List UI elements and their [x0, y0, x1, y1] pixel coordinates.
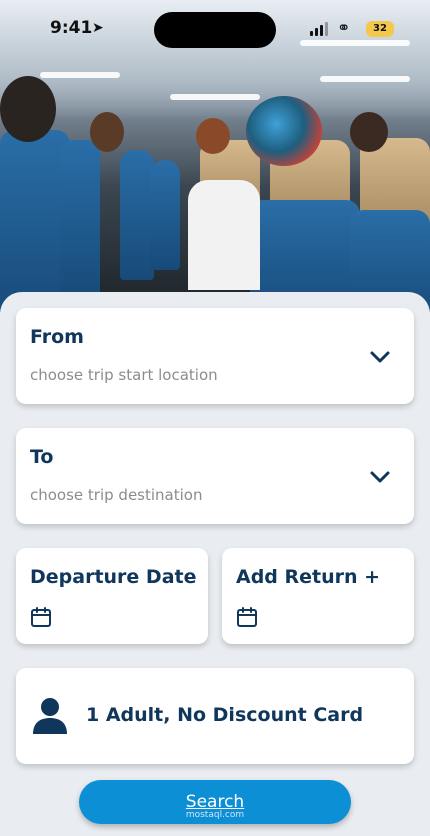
passenger-hat: [246, 96, 322, 166]
status-bar: 9:41 ➤ ⚭ 32: [0, 0, 430, 58]
ceiling-light: [320, 76, 410, 82]
calendar-icon: [31, 607, 51, 627]
to-placeholder: choose trip destination: [30, 486, 203, 504]
chevron-down-icon[interactable]: [368, 465, 392, 489]
bus-seat: [120, 150, 154, 280]
from-label: From: [30, 326, 84, 348]
passengers-label: 1 Adult, No Discount Card: [86, 704, 364, 726]
location-arrow-icon: ➤: [92, 20, 104, 36]
battery-badge: 32: [366, 21, 394, 37]
calendar-icon: [237, 607, 257, 627]
ceiling-light: [170, 94, 260, 100]
to-field[interactable]: To choose trip destination: [16, 428, 414, 524]
passenger: [0, 76, 56, 142]
departure-date-label: Departure Date: [30, 566, 197, 588]
departure-date-field[interactable]: Departure Date: [16, 548, 208, 644]
status-time: 9:41: [50, 18, 93, 38]
signal-icon: [310, 22, 328, 36]
to-label: To: [30, 446, 54, 468]
passenger: [196, 118, 230, 154]
bus-seat: [150, 160, 180, 270]
passenger: [350, 112, 388, 152]
ceiling-light: [40, 72, 120, 78]
dynamic-island: [154, 12, 276, 48]
watermark: mostaql.com: [185, 810, 245, 820]
return-date-label: Add Return +: [236, 566, 381, 588]
chevron-down-icon[interactable]: [368, 345, 392, 369]
return-date-field[interactable]: Add Return +: [222, 548, 414, 644]
from-placeholder: choose trip start location: [30, 366, 218, 384]
bus-seat: [60, 140, 100, 300]
person-icon: [33, 698, 67, 734]
passengers-field[interactable]: 1 Adult, No Discount Card: [16, 668, 414, 764]
link-icon: ⚭: [337, 18, 351, 37]
from-field[interactable]: From choose trip start location: [16, 308, 414, 404]
passenger-shirt: [188, 180, 260, 290]
passenger: [90, 112, 124, 152]
